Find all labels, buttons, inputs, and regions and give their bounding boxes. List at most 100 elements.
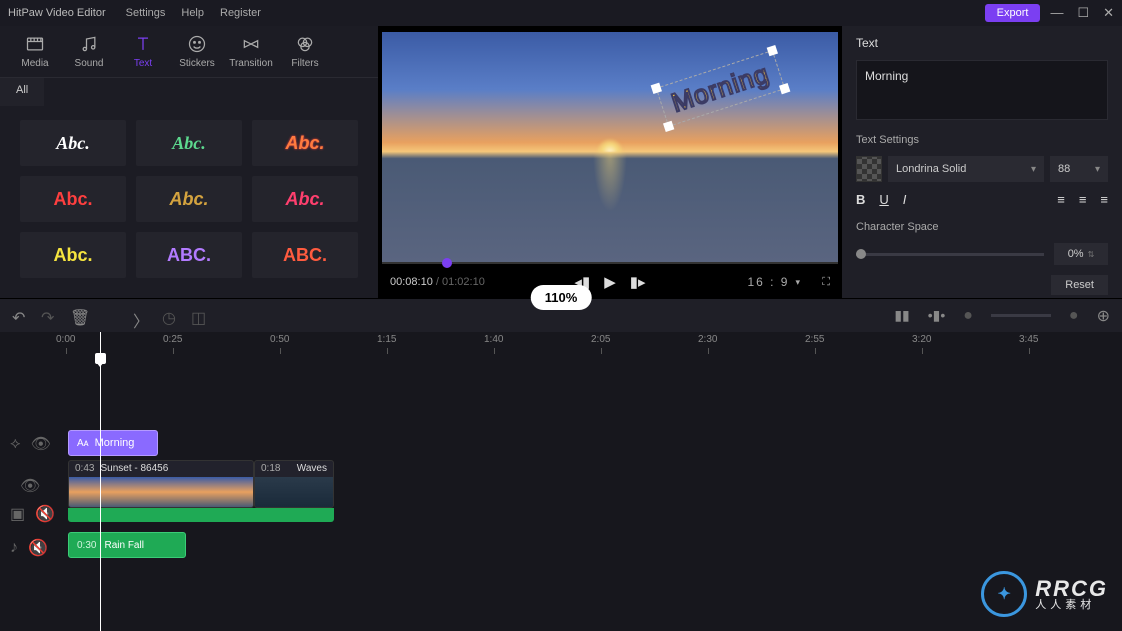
- text-properties-panel: Text Morning Text Settings Londrina Soli…: [842, 26, 1122, 298]
- ruler-tick: 1:40: [484, 334, 503, 345]
- tab-sound-label: Sound: [75, 58, 104, 69]
- filters-icon: [295, 34, 315, 54]
- text-style-6[interactable]: Abc.: [252, 176, 358, 222]
- lock-icon[interactable]: ▣: [10, 504, 25, 524]
- text-track-head: ⟡ 👁: [0, 430, 62, 458]
- fullscreen-button[interactable]: ⛶: [822, 276, 830, 289]
- title-bar: HitPaw Video Editor Settings Help Regist…: [0, 0, 1122, 26]
- underline-button[interactable]: U: [879, 192, 888, 207]
- delete-button[interactable]: 🗑: [70, 308, 85, 323]
- menu-help[interactable]: Help: [181, 7, 204, 19]
- text-content-input[interactable]: Morning: [856, 60, 1108, 120]
- minimize-button[interactable]: —: [1050, 5, 1063, 21]
- text-style-9[interactable]: ABC.: [252, 232, 358, 278]
- snap-left-icon[interactable]: ▮▮: [894, 307, 909, 324]
- ruler-tick: 0:25: [163, 334, 182, 345]
- current-time: 00:08:10: [390, 276, 433, 288]
- tab-media-label: Media: [21, 58, 48, 69]
- menu-bar: Settings Help Register: [126, 7, 261, 19]
- crop-button[interactable]: ◫: [191, 308, 206, 323]
- video-clip-2[interactable]: 0:18 Waves: [254, 460, 334, 508]
- tab-transition-label: Transition: [229, 58, 273, 69]
- visibility-icon[interactable]: 👁: [31, 434, 51, 454]
- visibility-icon[interactable]: 👁: [20, 476, 40, 496]
- zoom-in-button[interactable]: ●: [1069, 307, 1079, 325]
- text-style-2[interactable]: Abc.: [136, 120, 242, 166]
- ruler-tick: 2:30: [698, 334, 717, 345]
- char-space-slider[interactable]: [856, 253, 1044, 256]
- left-panel: Media Sound Text Stickers Transition Fil…: [0, 26, 378, 298]
- transition-icon: [241, 34, 261, 54]
- bold-button[interactable]: B: [856, 192, 865, 207]
- italic-button[interactable]: I: [903, 192, 907, 207]
- add-track-button[interactable]: ⊕: [1097, 306, 1110, 326]
- total-time: / 01:02:10: [436, 276, 485, 288]
- color-swatch[interactable]: [856, 156, 882, 182]
- watermark-text: RRCG: [1035, 578, 1108, 600]
- aspect-ratio-dropdown[interactable]: 16 : 9 ▾: [747, 275, 802, 289]
- text-style-1[interactable]: Abc.: [20, 120, 126, 166]
- timeline[interactable]: 0:00 0:25 0:50 1:15 1:40 2:05 2:30 2:55 …: [0, 332, 1122, 631]
- lock-icon[interactable]: ⟡: [10, 435, 21, 453]
- text-style-8[interactable]: ABC.: [136, 232, 242, 278]
- tab-stickers-label: Stickers: [179, 58, 215, 69]
- next-frame-button[interactable]: ▮▸: [630, 273, 646, 291]
- ruler-tick: 0:50: [270, 334, 289, 345]
- slider-thumb[interactable]: [856, 249, 866, 259]
- video-track-head-2: ▣ 🔇: [0, 500, 62, 528]
- split-button[interactable]: 〉〈: [133, 308, 148, 323]
- tab-text[interactable]: Text: [116, 28, 170, 75]
- zoom-indicator: 110%: [531, 285, 592, 310]
- preview-seek-bar[interactable]: [382, 262, 838, 264]
- ruler-tick: 2:55: [805, 334, 824, 345]
- playhead[interactable]: [100, 332, 101, 631]
- reset-button[interactable]: Reset: [1051, 275, 1108, 295]
- watermark-logo-icon: ✦: [981, 571, 1027, 617]
- play-button[interactable]: ▶: [604, 273, 616, 291]
- mute-icon[interactable]: 🔇: [35, 504, 55, 524]
- media-icon: [25, 34, 45, 54]
- text-style-4[interactable]: Abc.: [20, 176, 126, 222]
- align-right-button[interactable]: ≡: [1100, 192, 1108, 207]
- menu-register[interactable]: Register: [220, 7, 261, 19]
- menu-settings[interactable]: Settings: [126, 7, 166, 19]
- mute-icon[interactable]: 🔇: [28, 538, 48, 558]
- redo-button[interactable]: ↷: [41, 308, 56, 323]
- preview-panel: Morning 00:08:10 / 01:02:10 ◂▮ ▶ ▮▸ 16 :…: [378, 26, 842, 298]
- close-button[interactable]: ✕: [1103, 5, 1114, 21]
- video-clip-1[interactable]: 0:43Sunset - 86456: [68, 460, 254, 508]
- tab-transition[interactable]: Transition: [224, 28, 278, 75]
- text-clip[interactable]: Aᴀ Morning: [68, 430, 158, 456]
- audio-clip[interactable]: 0:30 Rain Fall: [68, 532, 186, 558]
- snap-center-icon[interactable]: •▮•: [928, 307, 946, 324]
- undo-button[interactable]: ↶: [12, 308, 27, 323]
- maximize-button[interactable]: ☐: [1077, 5, 1089, 21]
- zoom-slider[interactable]: [991, 314, 1051, 317]
- ruler-tick: 2:05: [591, 334, 610, 345]
- export-button[interactable]: Export: [985, 4, 1041, 22]
- char-space-label: Character Space: [856, 221, 1108, 233]
- text-style-grid: Abc. Abc. Abc. Abc. Abc. Abc. Abc. ABC. …: [0, 106, 378, 292]
- tab-stickers[interactable]: Stickers: [170, 28, 224, 75]
- watermark: ✦ RRCG 人人素材: [981, 571, 1108, 617]
- font-size-dropdown[interactable]: 88▾: [1050, 156, 1108, 182]
- font-dropdown[interactable]: Londrina Solid▾: [888, 156, 1044, 182]
- text-style-7[interactable]: Abc.: [20, 232, 126, 278]
- music-icon[interactable]: ♪: [10, 539, 18, 557]
- align-left-button[interactable]: ≡: [1057, 192, 1065, 207]
- text-style-3[interactable]: Abc.: [252, 120, 358, 166]
- seek-knob[interactable]: [442, 258, 452, 268]
- zoom-out-button[interactable]: ●: [963, 307, 973, 325]
- video-audio-rail[interactable]: [68, 508, 334, 522]
- preview-canvas[interactable]: Morning: [378, 28, 842, 266]
- timeline-ruler[interactable]: 0:00 0:25 0:50 1:15 1:40 2:05 2:30 2:55 …: [0, 332, 1122, 356]
- tab-sound[interactable]: Sound: [62, 28, 116, 75]
- tab-media[interactable]: Media: [8, 28, 62, 75]
- speed-button[interactable]: ◷: [162, 308, 177, 323]
- align-center-button[interactable]: ≡: [1079, 192, 1087, 207]
- char-space-value[interactable]: 0% ⇅: [1054, 243, 1108, 265]
- panel-title: Text: [856, 36, 1108, 50]
- tab-filters[interactable]: Filters: [278, 28, 332, 75]
- text-style-5[interactable]: Abc.: [136, 176, 242, 222]
- subtab-all[interactable]: All: [0, 78, 44, 106]
